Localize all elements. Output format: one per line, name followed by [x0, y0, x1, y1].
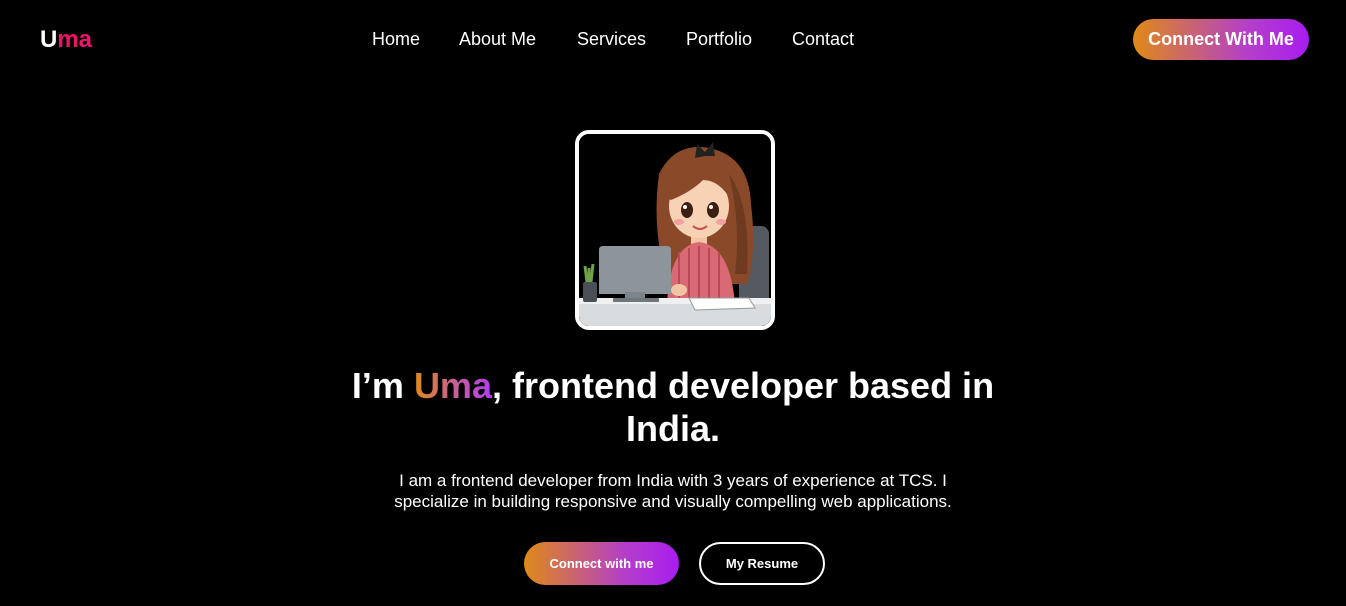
hero-bio: I am a frontend developer from India wit… — [394, 471, 952, 511]
nav-about-me[interactable]: About Me — [459, 28, 536, 50]
girl-at-laptop-illustration — [579, 134, 771, 326]
nav-portfolio[interactable]: Portfolio — [686, 28, 752, 50]
headline-intro: I’m — [351, 365, 414, 406]
my-resume-button[interactable]: My Resume — [699, 542, 825, 585]
nav-services[interactable]: Services — [577, 28, 646, 50]
headline-rest: , frontend developer based in India. — [491, 365, 995, 449]
headline-name: Uma — [413, 365, 492, 406]
hero-headline: I’m Uma, frontend developer based in Ind… — [300, 364, 1046, 450]
nav-contact[interactable]: Contact — [792, 28, 854, 50]
profile-avatar — [575, 130, 775, 330]
nav-home[interactable]: Home — [372, 28, 420, 50]
hero-connect-button[interactable]: Connect with me — [524, 542, 679, 585]
connect-with-me-button[interactable]: Connect With Me — [1133, 19, 1309, 60]
